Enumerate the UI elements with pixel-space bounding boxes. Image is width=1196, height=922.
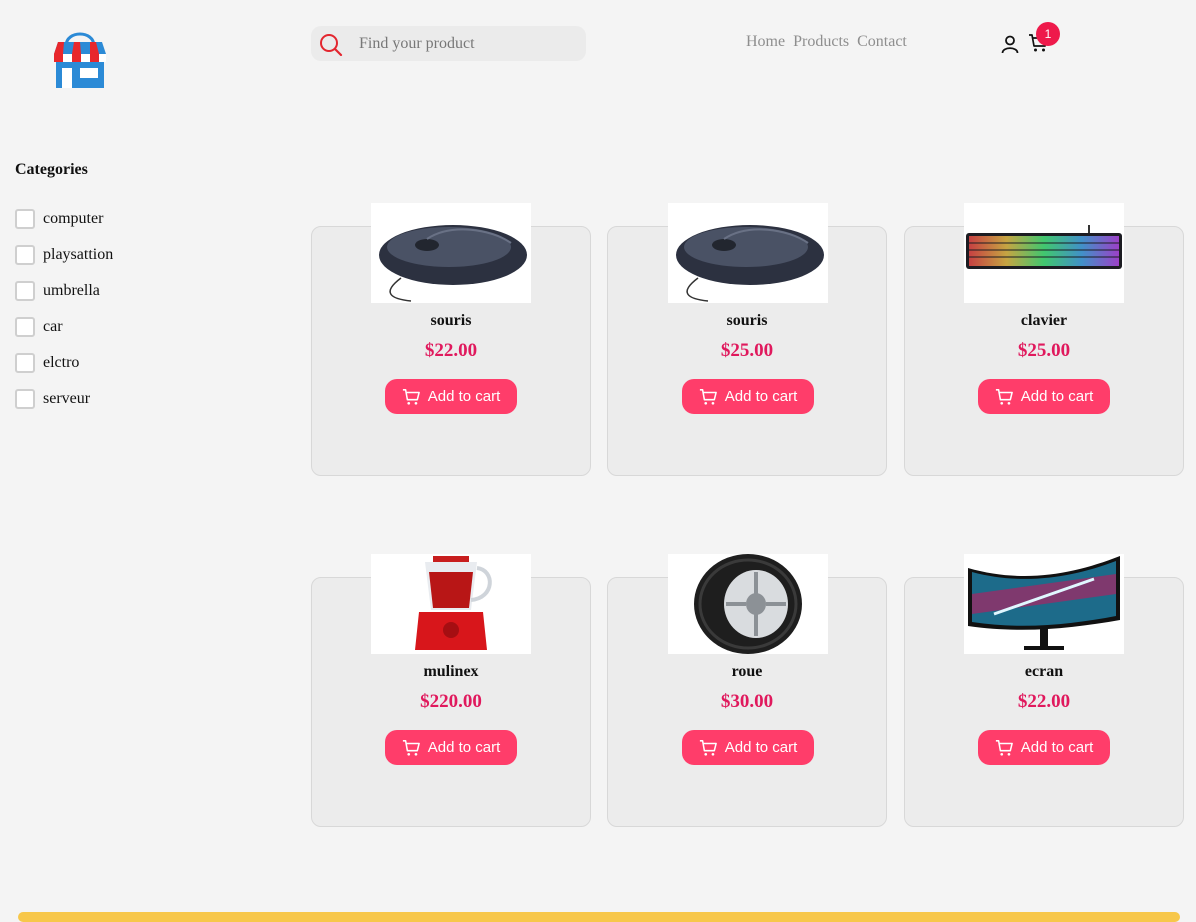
cart-icon — [402, 388, 420, 405]
add-to-cart-label: Add to cart — [1020, 739, 1094, 756]
category-checkbox[interactable] — [15, 389, 35, 409]
category-item-playsattion[interactable]: playsattion — [15, 237, 113, 273]
category-item-computer[interactable]: computer — [15, 201, 113, 237]
category-label: serveur — [43, 390, 91, 407]
monitor-image — [964, 554, 1124, 654]
category-checkbox[interactable] — [15, 317, 35, 337]
add-to-cart-button[interactable]: Add to cart — [385, 379, 517, 414]
nav-products-link[interactable]: Products — [793, 33, 849, 51]
category-checkbox[interactable] — [15, 281, 35, 301]
add-to-cart-label: Add to cart — [724, 739, 798, 756]
cart-icon — [402, 739, 420, 756]
category-list: computer playsattion umbrella car elctro… — [15, 201, 113, 417]
product-name: souris — [726, 312, 768, 329]
store-logo[interactable] — [52, 24, 108, 92]
product-price: $220.00 — [420, 691, 482, 712]
category-label: elctro — [43, 354, 80, 371]
product-price: $22.00 — [1017, 691, 1071, 712]
add-to-cart-label: Add to cart — [1020, 388, 1094, 405]
add-to-cart-button[interactable]: Add to cart — [978, 730, 1110, 765]
category-label: playsattion — [43, 246, 114, 263]
product-name: roue — [731, 663, 763, 680]
cart-icon — [995, 739, 1013, 756]
category-checkbox[interactable] — [15, 209, 35, 229]
add-to-cart-button[interactable]: Add to cart — [682, 379, 814, 414]
search-input[interactable] — [357, 32, 577, 56]
category-checkbox[interactable] — [15, 353, 35, 373]
cart-icon — [699, 739, 717, 756]
mouse-image — [371, 203, 531, 303]
search-bar — [311, 26, 586, 61]
category-label: computer — [43, 210, 104, 227]
user-icon[interactable] — [1000, 34, 1020, 54]
search-icon[interactable] — [319, 32, 343, 57]
category-item-serveur[interactable]: serveur — [15, 381, 113, 417]
nav-contact-link[interactable]: Contact — [857, 33, 907, 51]
category-item-car[interactable]: car — [15, 309, 113, 345]
mouse-image — [668, 203, 828, 303]
add-to-cart-label: Add to cart — [724, 388, 798, 405]
cart-icon — [995, 388, 1013, 405]
product-price: $25.00 — [1017, 340, 1071, 361]
footer-bar — [18, 912, 1180, 922]
product-name: clavier — [1020, 312, 1068, 329]
category-item-elctro[interactable]: elctro — [15, 345, 113, 381]
add-to-cart-button[interactable]: Add to cart — [978, 379, 1110, 414]
cart-icon — [699, 388, 717, 405]
category-item-umbrella[interactable]: umbrella — [15, 273, 113, 309]
main-nav: Home Products Contact — [746, 33, 915, 51]
category-label: umbrella — [43, 282, 100, 299]
product-name: souris — [430, 312, 472, 329]
product-price: $30.00 — [720, 691, 774, 712]
category-label: car — [43, 318, 63, 335]
nav-home-link[interactable]: Home — [746, 33, 785, 51]
tire-image — [668, 554, 828, 654]
add-to-cart-label: Add to cart — [427, 739, 501, 756]
add-to-cart-button[interactable]: Add to cart — [682, 730, 814, 765]
keyboard-image — [964, 203, 1124, 303]
blender-image — [371, 554, 531, 654]
product-name: mulinex — [423, 663, 479, 680]
add-to-cart-button[interactable]: Add to cart — [385, 730, 517, 765]
categories-title: Categories — [15, 161, 88, 178]
product-price: $25.00 — [720, 340, 774, 361]
cart-count-badge: 1 — [1036, 22, 1060, 46]
category-checkbox[interactable] — [15, 245, 35, 265]
product-price: $22.00 — [424, 340, 478, 361]
add-to-cart-label: Add to cart — [427, 388, 501, 405]
product-name: ecran — [1024, 663, 1064, 680]
